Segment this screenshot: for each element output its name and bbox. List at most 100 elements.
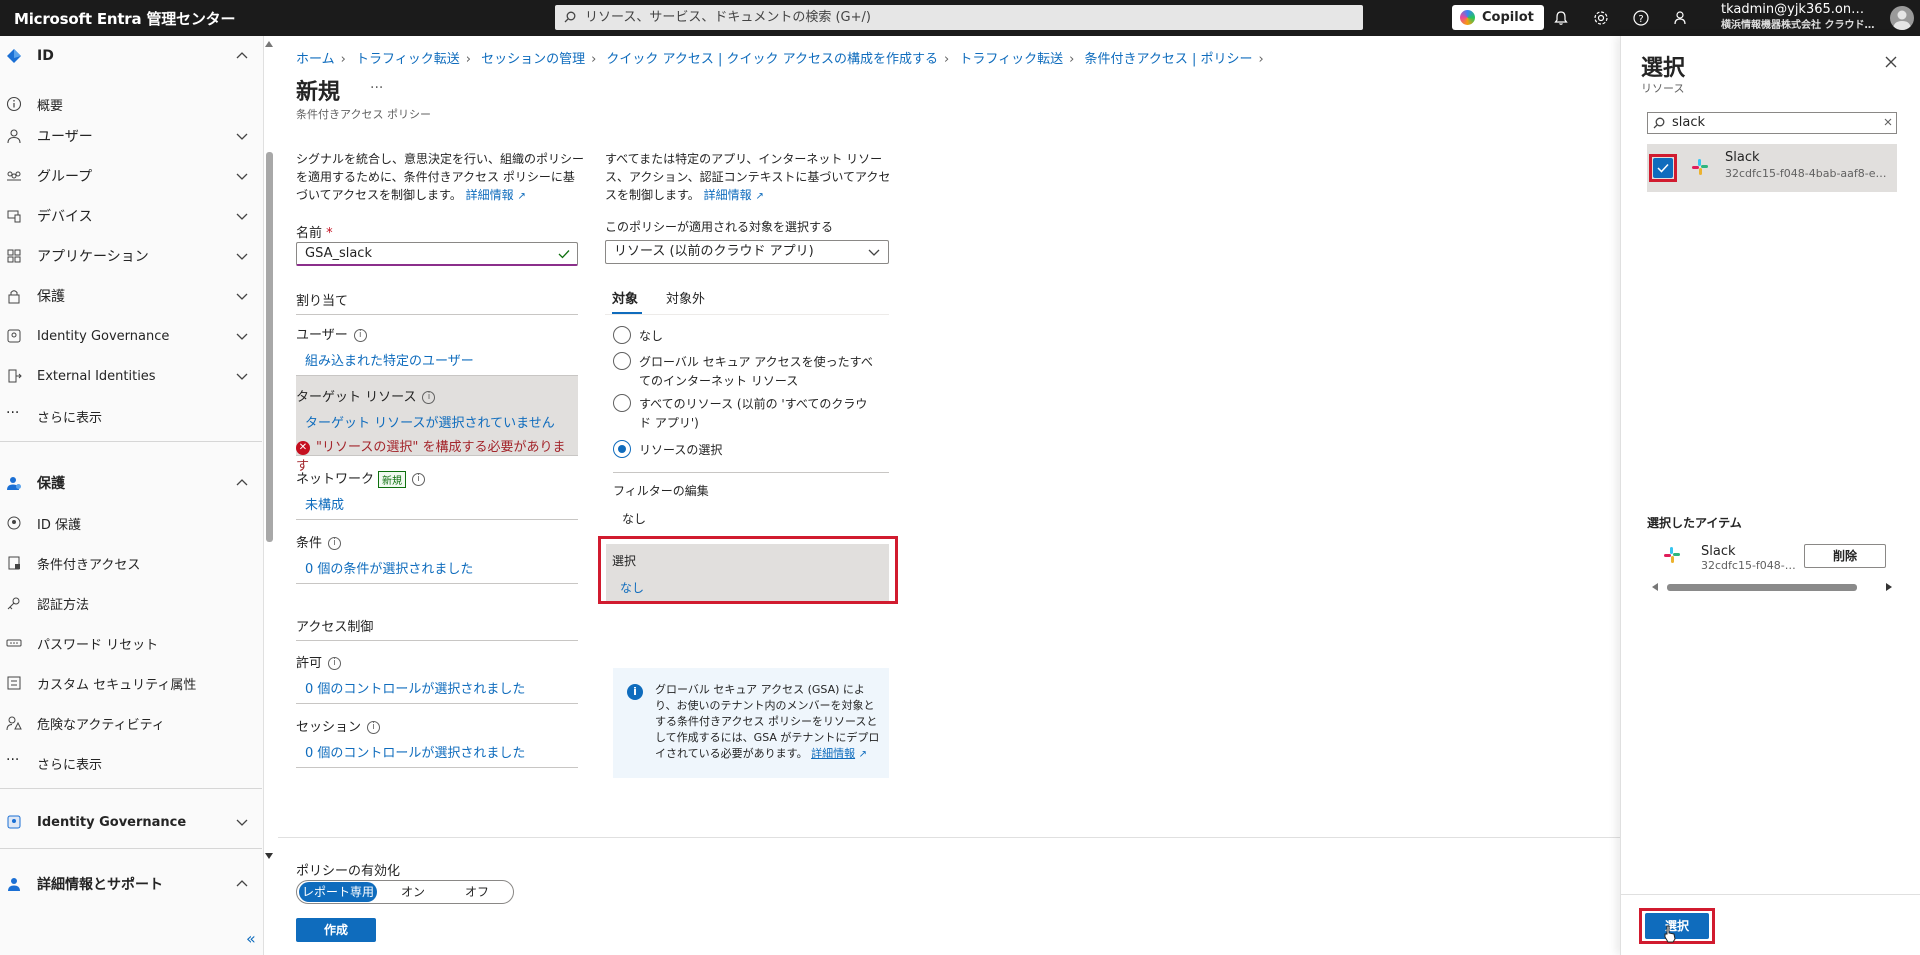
target-value-link[interactable]: ターゲット リソースが選択されていません [305, 412, 555, 431]
nav-item-id[interactable]: ID [0, 36, 262, 76]
chevron-down-icon[interactable] [235, 815, 249, 829]
option-report-only[interactable]: レポート専用 [299, 882, 377, 902]
users-section[interactable]: ユーザー i 組み込まれた特定のユーザー [296, 314, 578, 376]
radio-circle-selected[interactable] [613, 440, 631, 458]
devices-icon [7, 210, 21, 223]
network-value-link[interactable]: 未構成 [305, 494, 344, 513]
option-on[interactable]: オン [393, 881, 433, 903]
nav-item-custom-security-attributes[interactable]: カスタム セキュリティ属性 [0, 663, 262, 703]
edit-filter-link[interactable]: なし [622, 510, 646, 527]
scroll-up-arrow-icon[interactable] [264, 40, 274, 48]
nav-item-devices[interactable]: デバイス [0, 196, 262, 236]
help-icon[interactable]: ? [1632, 9, 1650, 27]
clear-icon[interactable] [1882, 116, 1894, 128]
breadcrumb-item[interactable]: 条件付きアクセス | ポリシー [1084, 52, 1252, 67]
nav-item-show-more[interactable]: ··· さらに表示 [0, 396, 262, 436]
target-resources-section[interactable]: ターゲット リソース i ターゲット リソースが選択されていません ✕ "リソースの… [296, 376, 578, 474]
nav-item-id-protection[interactable]: ID 保護 [0, 503, 262, 543]
chevron-down-icon[interactable] [235, 249, 249, 263]
policy-name-input[interactable]: GSA_slack [296, 242, 578, 266]
chevron-up-icon[interactable] [235, 877, 249, 891]
users-value-link[interactable]: 組み込まれた特定のユーザー [305, 350, 474, 369]
enable-policy-toggle[interactable]: レポート専用 オン オフ [296, 880, 514, 904]
conditions-section[interactable]: 条件 i 0 個の条件が選択されました [296, 520, 578, 584]
nav-scrollbar[interactable] [266, 152, 273, 542]
nav-item-conditional-access[interactable]: 条件付きアクセス [0, 543, 262, 583]
chevron-down-icon[interactable] [235, 129, 249, 143]
gear-icon[interactable] [1592, 9, 1610, 27]
search-result-row[interactable]: Slack 32cdfc15-f048-4bab-aaf8-e… [1647, 144, 1897, 192]
breadcrumb-item[interactable]: セッションの管理 [481, 52, 585, 67]
nav-item-applications[interactable]: アプリケーション [0, 236, 262, 276]
nav-label: デバイス [37, 209, 93, 225]
breadcrumb-item[interactable]: ホーム [296, 52, 335, 67]
nav-item-risky-activities[interactable]: 危険なアクティビティ [0, 703, 262, 743]
info-icon[interactable]: i [422, 391, 436, 404]
chevron-up-icon[interactable] [235, 49, 249, 63]
global-search-input[interactable]: リソース、サービス、ドキュメントの検索 (G+/) [555, 5, 1363, 30]
remove-button[interactable]: 削除 [1804, 544, 1886, 568]
info-icon[interactable]: i [412, 473, 426, 486]
info-icon[interactable]: i [367, 721, 381, 734]
nav-item-password-reset[interactable]: パスワード リセット [0, 623, 262, 663]
nav-item-show-more-2[interactable]: ··· さらに表示 [0, 743, 262, 783]
nav-item-protection-section[interactable]: 保護 [0, 463, 262, 503]
chevron-down-icon[interactable] [235, 169, 249, 183]
chevron-down-icon[interactable] [235, 369, 249, 383]
scroll-down-arrow-icon[interactable] [264, 852, 274, 860]
info-icon[interactable]: i [328, 537, 342, 550]
avatar[interactable] [1890, 6, 1914, 30]
nav-item-external-identities[interactable]: External Identities [0, 356, 262, 396]
tab-include[interactable]: 対象 [612, 288, 638, 307]
collapse-nav-button[interactable]: « [246, 929, 256, 948]
nav-item-identity-governance-section[interactable]: Identity Governance [0, 802, 262, 842]
required-marker: * [326, 226, 333, 241]
chevron-up-icon[interactable] [235, 476, 249, 490]
close-icon[interactable] [1883, 54, 1899, 70]
nav-item-auth-methods[interactable]: 認証方法 [0, 583, 262, 623]
nav-item-users[interactable]: ユーザー [0, 116, 262, 156]
scrollbar-thumb[interactable] [1667, 584, 1857, 591]
session-value-link[interactable]: 0 個のコントロールが選択されました [305, 742, 525, 761]
scroll-left-arrow-icon[interactable] [1651, 583, 1659, 591]
copilot-button[interactable]: Copilot [1452, 5, 1544, 30]
breadcrumb-item[interactable]: クイック アクセス | クイック アクセスの構成を作成する [606, 52, 938, 67]
bell-icon[interactable] [1552, 9, 1570, 27]
scroll-right-arrow-icon[interactable] [1885, 583, 1893, 591]
breadcrumb-item[interactable]: トラフィック転送 [356, 52, 460, 67]
chevron-down-icon[interactable] [235, 329, 249, 343]
session-section[interactable]: セッション i 0 個のコントロールが選択されました [296, 704, 578, 768]
selected-items-scrollbar[interactable] [1647, 581, 1897, 593]
info-icon[interactable]: i [328, 657, 342, 670]
radio-circle[interactable] [613, 352, 631, 370]
account-info[interactable]: tkadmin@yjk365.on… 横浜情報機器株式会社 クラウド… [1721, 2, 1881, 34]
nav-item-learn-support[interactable]: 詳細情報とサポート [0, 864, 262, 904]
network-section[interactable]: ネットワーク 新規 i 未構成 [296, 456, 578, 520]
more-actions-button[interactable]: ··· [370, 80, 383, 96]
nav-item-identity-governance[interactable]: Identity Governance [0, 316, 262, 356]
learn-more-link[interactable]: 詳細情報 [704, 188, 752, 202]
nav-label: 詳細情報とサポート [37, 877, 163, 893]
nav-item-groups[interactable]: グループ [0, 156, 262, 196]
applies-to-dropdown[interactable]: リソース (以前のクラウド アプリ) [605, 240, 889, 264]
chevron-down-icon[interactable] [235, 209, 249, 223]
conditions-value-link[interactable]: 0 個の条件が選択されました [305, 558, 473, 577]
chevron-down-icon [868, 249, 880, 256]
info-learn-more-link[interactable]: 詳細情報 [811, 747, 855, 760]
grant-value-link[interactable]: 0 個のコントロールが選択されました [305, 678, 525, 697]
learn-more-link[interactable]: 詳細情報 [466, 188, 514, 202]
create-button[interactable]: 作成 [296, 918, 376, 942]
breadcrumb-item[interactable]: トラフィック転送 [959, 52, 1063, 67]
radio-circle[interactable] [613, 394, 631, 412]
option-off[interactable]: オフ [457, 881, 497, 903]
resource-search-input[interactable]: slack [1647, 112, 1897, 134]
info-icon[interactable]: i [353, 329, 367, 342]
tab-exclude[interactable]: 対象外 [666, 288, 705, 307]
edit-filter-label: フィルターの編集 [613, 484, 709, 498]
nav-item-protection[interactable]: 保護 [0, 276, 262, 316]
grant-section[interactable]: 許可 i 0 個のコントロールが選択されました [296, 640, 578, 704]
brand-title[interactable]: Microsoft Entra 管理センター [14, 8, 235, 29]
radio-circle[interactable] [613, 326, 631, 344]
chevron-down-icon[interactable] [235, 289, 249, 303]
feedback-icon[interactable] [1672, 9, 1690, 27]
